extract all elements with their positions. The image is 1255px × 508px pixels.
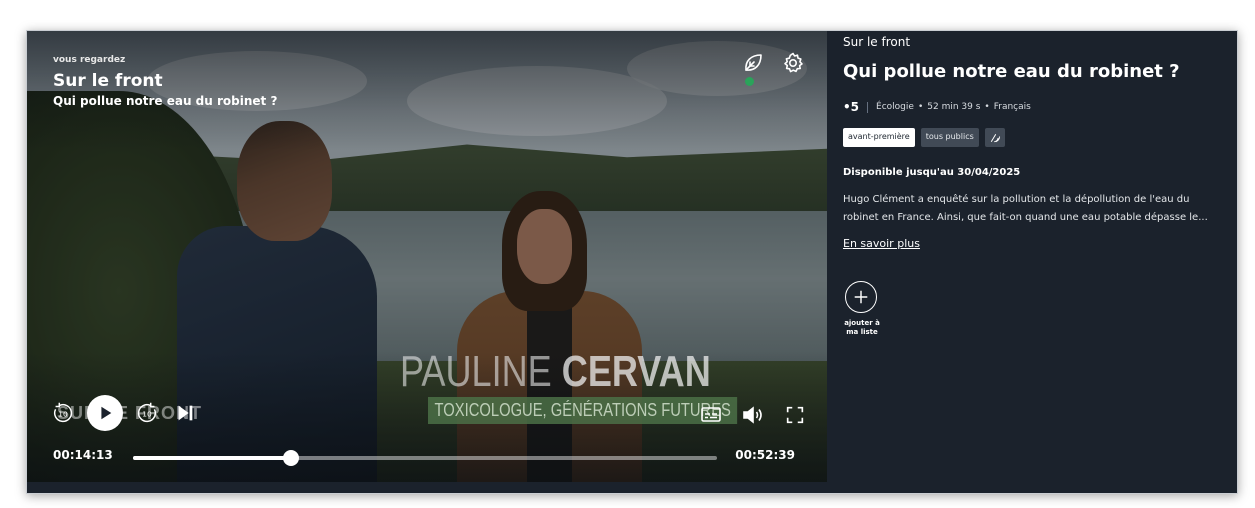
app-window: PAULINE CERVAN TOXICOLOGUE, GÉNÉRATIONS …	[26, 30, 1238, 494]
info-show-title: Sur le front	[843, 35, 911, 49]
lower-third-last-name: CERVAN	[561, 347, 711, 396]
read-more-link[interactable]: En savoir plus	[843, 237, 920, 250]
meta-separator	[867, 101, 869, 113]
add-to-list-button[interactable]	[845, 281, 877, 313]
seek-bar-progress	[133, 456, 291, 460]
total-time: 00:52:39	[735, 448, 795, 462]
player-top-icons	[739, 49, 807, 77]
tag-audience: tous publics	[920, 128, 979, 147]
add-label-line: ajouter à	[844, 319, 880, 327]
rating-badge: •5	[843, 100, 860, 114]
svg-text:10: 10	[142, 409, 152, 418]
player-episode-title: Qui pollue notre eau du robinet ?	[53, 94, 278, 108]
language: Français	[993, 102, 1031, 112]
plus-icon	[854, 290, 868, 304]
add-to-list-label: ajouter à ma liste	[843, 319, 881, 337]
video-player[interactable]: PAULINE CERVAN TOXICOLOGUE, GÉNÉRATIONS …	[27, 31, 827, 482]
player-show-title: Sur le front	[53, 71, 163, 91]
current-time: 00:14:13	[53, 448, 113, 462]
playback-controls: 10 10	[49, 395, 199, 431]
availability-date: Disponible jusqu'au 30/04/2025	[843, 167, 1021, 178]
tag-preview: avant-première	[843, 128, 915, 147]
info-episode-title: Qui pollue notre eau du robinet ?	[843, 61, 1180, 82]
episode-description: Hugo Clément a enquêté sur la pollution …	[843, 191, 1235, 227]
seek-bar[interactable]	[133, 450, 717, 466]
seek-bar-thumb[interactable]	[282, 450, 299, 466]
subtitles-icon[interactable]	[697, 401, 725, 429]
svg-text:10: 10	[58, 409, 68, 418]
audio-description-icon	[984, 128, 1005, 147]
volume-icon[interactable]	[739, 401, 767, 429]
leaf-icon[interactable]	[739, 49, 767, 77]
gear-icon[interactable]	[779, 49, 807, 77]
now-watching-label: vous regardez	[53, 55, 126, 65]
play-icon[interactable]	[87, 395, 123, 431]
program-info-panel: Sur le front Qui pollue notre eau du rob…	[843, 31, 1233, 491]
fullscreen-icon[interactable]	[781, 401, 809, 429]
episode-metadata: •5 Écologie • 52 min 39 s • Français	[843, 100, 1031, 114]
tag-list: avant-première tous publics	[843, 128, 1005, 147]
forward-10-icon[interactable]: 10	[133, 399, 161, 427]
bullet-separator: •	[984, 102, 990, 112]
player-right-controls	[697, 401, 809, 429]
lower-third-role: TOXICOLOGUE, GÉNÉRATIONS FUTURES	[428, 397, 738, 424]
description-line: Hugo Clément a enquêté sur la pollution …	[843, 194, 1190, 205]
description-line: robinet en France. Ainsi, que fait-on qu…	[843, 212, 1208, 223]
replay-10-icon[interactable]: 10	[49, 399, 77, 427]
bullet-separator: •	[917, 102, 924, 112]
duration: 52 min 39 s	[927, 102, 981, 112]
skip-next-icon[interactable]	[171, 399, 199, 427]
genre: Écologie	[876, 102, 914, 112]
add-label-line: ma liste	[846, 328, 878, 336]
lower-third-first-name: PAULINE	[400, 347, 552, 396]
eco-status-dot	[745, 77, 754, 86]
